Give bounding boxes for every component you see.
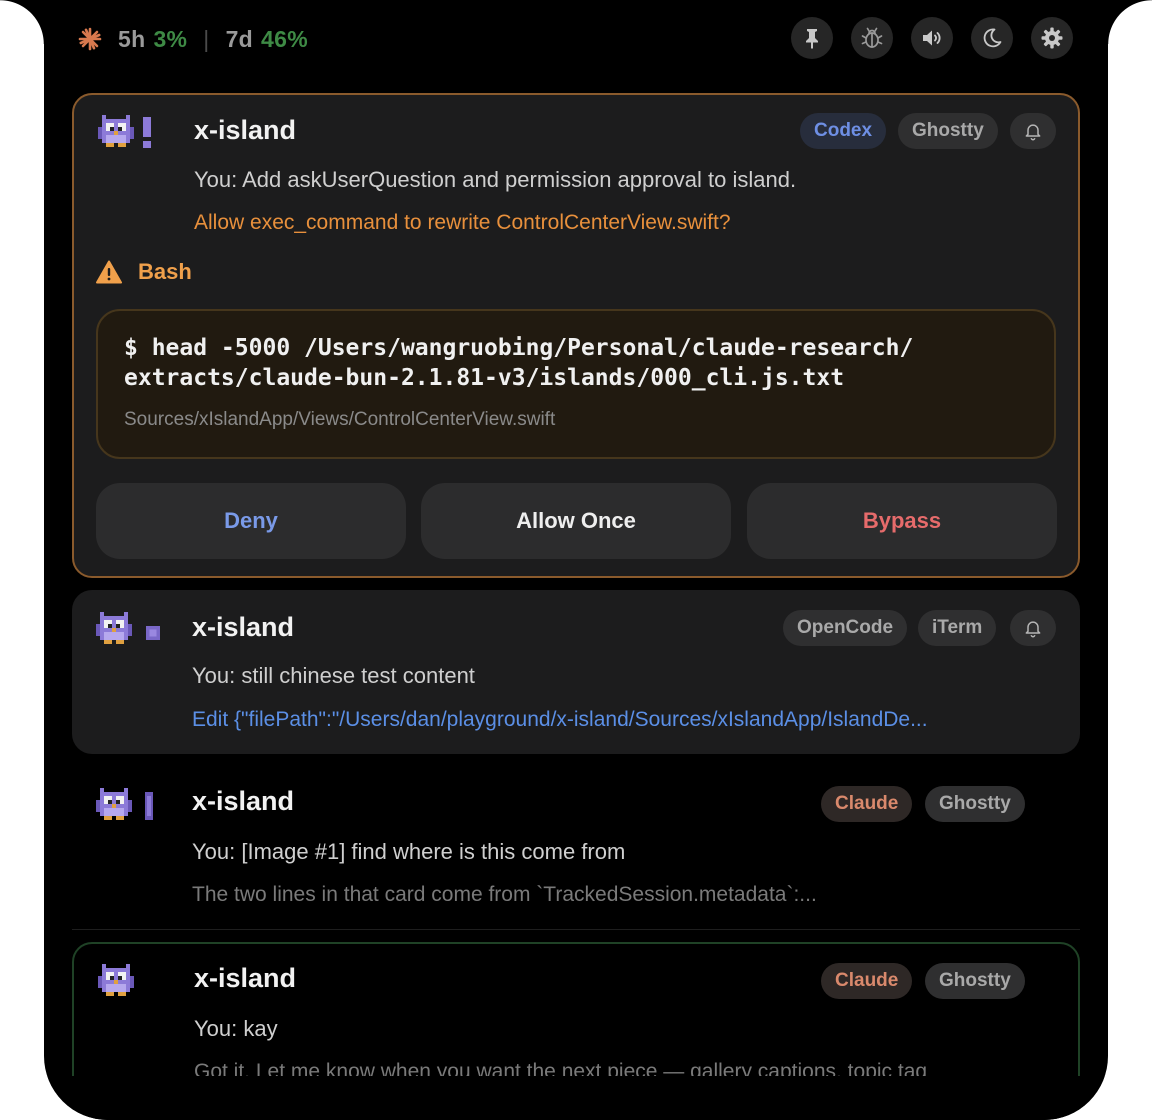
session-prompt: You: Add askUserQuestion and permission … bbox=[194, 167, 797, 192]
tool-name: Bash bbox=[138, 259, 192, 284]
deny-button[interactable]: Deny bbox=[96, 483, 406, 559]
agent-badge-claude: Claude bbox=[821, 963, 913, 999]
session-card-approval[interactable]: x-island Codex Ghostty You: Add askUserQ… bbox=[72, 93, 1080, 578]
command-preview: $ head -5000 /Users/wangruobing/Personal… bbox=[96, 309, 1056, 459]
debug-button[interactable] bbox=[851, 17, 893, 59]
terminal-badge-iterm[interactable]: iTerm bbox=[918, 610, 997, 646]
dark-mode-button[interactable] bbox=[971, 17, 1013, 59]
settings-button[interactable] bbox=[1031, 17, 1073, 59]
terminal-badge-ghostty[interactable]: Ghostty bbox=[898, 113, 998, 149]
session-prompt: You: kay bbox=[194, 1016, 278, 1041]
pin-icon bbox=[806, 29, 818, 49]
terminal-badge-ghostty[interactable]: Ghostty bbox=[925, 786, 1025, 822]
weekly-usage-value: 46% bbox=[261, 25, 308, 52]
command-text: $ head -5000 /Users/wangruobing/Personal… bbox=[124, 335, 914, 391]
usage-separator: | bbox=[203, 25, 210, 52]
notify-button[interactable] bbox=[1010, 610, 1056, 646]
session-usage-label: 5h bbox=[118, 25, 146, 52]
weekly-usage-label: 7d bbox=[225, 25, 254, 52]
approval-question: Allow exec_command to rewrite ControlCen… bbox=[194, 211, 731, 234]
island-corner-left bbox=[0, 0, 44, 44]
panel-bottom-fade bbox=[44, 1076, 1108, 1120]
agent-badge-codex: Codex bbox=[800, 113, 887, 149]
pin-button[interactable] bbox=[791, 17, 833, 59]
pixel-owl-icon bbox=[96, 788, 132, 820]
terminal-badge-ghostty[interactable]: Ghostty bbox=[925, 963, 1025, 999]
session-usage-value: 3% bbox=[153, 25, 188, 52]
agent-badge-claude: Claude bbox=[821, 786, 913, 822]
island-corner-right bbox=[1108, 0, 1152, 44]
bypass-button[interactable]: Bypass bbox=[747, 483, 1057, 559]
session-title: x-island bbox=[192, 786, 295, 816]
sound-button[interactable] bbox=[911, 17, 953, 59]
session-title: x-island bbox=[194, 115, 297, 145]
island-panel: 5h 3% | 7d 46% x-island Codex Ghostty Yo… bbox=[44, 0, 1108, 1120]
agent-badge-opencode: OpenCode bbox=[783, 610, 908, 646]
session-card-idle[interactable]: x-island Claude Ghostty You: [Image #1] … bbox=[72, 764, 1080, 930]
session-title: x-island bbox=[192, 612, 295, 642]
bell-icon bbox=[1025, 621, 1041, 638]
session-prompt: You: [Image #1] find where is this come … bbox=[192, 839, 626, 864]
claude-spark-icon bbox=[78, 27, 102, 51]
attention-indicator-icon bbox=[143, 117, 151, 148]
working-indicator-icon bbox=[146, 626, 160, 640]
session-title: x-island bbox=[194, 963, 297, 993]
pixel-owl-icon bbox=[96, 612, 132, 644]
pixel-owl-icon bbox=[98, 964, 134, 996]
warning-icon bbox=[96, 260, 122, 284]
session-prompt: You: still chinese test content bbox=[192, 663, 475, 688]
session-card-editing[interactable]: x-island OpenCode iTerm You: still chine… bbox=[72, 590, 1080, 754]
bug-icon bbox=[861, 27, 883, 48]
pixel-owl-icon bbox=[98, 115, 134, 147]
idle-indicator-icon bbox=[145, 792, 153, 820]
allow-once-button[interactable]: Allow Once bbox=[421, 483, 731, 559]
notify-button[interactable] bbox=[1010, 113, 1056, 149]
speaker-icon bbox=[923, 30, 941, 46]
command-file-path: Sources/xIslandApp/Views/ControlCenterVi… bbox=[124, 409, 556, 430]
tool-header: Bash bbox=[96, 259, 192, 285]
bell-icon bbox=[1025, 124, 1041, 141]
assistant-reply: The two lines in that card come from `Tr… bbox=[192, 883, 817, 906]
moon-icon bbox=[983, 28, 1002, 48]
tool-activity: Edit {"filePath":"/Users/dan/playground/… bbox=[192, 708, 928, 731]
top-bar: 5h 3% | 7d 46% bbox=[44, 0, 1108, 78]
usage-meter: 5h 3% | 7d 46% bbox=[78, 24, 308, 54]
gear-icon bbox=[1041, 27, 1063, 49]
